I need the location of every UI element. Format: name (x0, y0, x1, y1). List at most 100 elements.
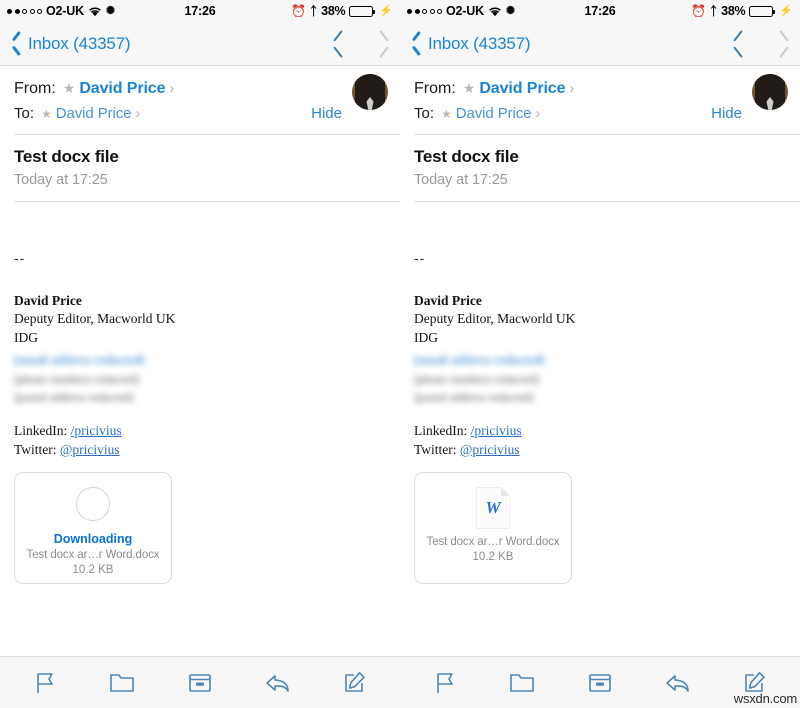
redacted-contact-details: [email address redacted] [phone numbers … (414, 351, 786, 406)
redacted-phone: [phone numbers redacted] (414, 371, 540, 386)
flag-button[interactable] (423, 663, 467, 703)
attachment-card-downloading[interactable]: Downloading Test docx ar…r Word.docx 10.… (14, 471, 172, 584)
phone-screen-right: O2-UK ✺ 17:26 ⏰ ᛏ 38% ⚡ Inbox (43357) Fr… (400, 0, 800, 708)
hide-details-button[interactable]: Hide (711, 105, 742, 122)
back-label: Inbox (43357) (428, 33, 531, 53)
reply-button[interactable] (256, 663, 300, 703)
word-icon-letter: W (485, 498, 501, 518)
flag-icon (34, 671, 56, 695)
previous-message-button[interactable] (333, 29, 347, 58)
navigation-bar: Inbox (43357) (0, 22, 400, 66)
compose-icon (343, 671, 367, 694)
linkedin-label: LinkedIn: (14, 422, 68, 438)
from-contact-link[interactable]: David Price (479, 80, 565, 98)
next-message-button[interactable] (375, 29, 389, 58)
bottom-toolbar (0, 656, 400, 708)
redacted-address: [postal address redacted] (414, 389, 534, 404)
redacted-address: [postal address redacted] (14, 389, 134, 404)
navigation-bar: Inbox (43357) (400, 22, 800, 66)
back-to-inbox-button[interactable]: Inbox (43357) (12, 33, 131, 54)
previous-message-button[interactable] (733, 29, 747, 58)
watermark: wsxdn.com (733, 691, 797, 706)
message-body: -- David Price Deputy Editor, Macworld U… (0, 202, 400, 460)
to-row: To: ★ David Price › Hide (414, 101, 786, 126)
redacted-phone: [phone numbers redacted] (14, 371, 140, 386)
avatar[interactable] (752, 74, 788, 110)
linkedin-row: LinkedIn: /pricivius (14, 422, 386, 441)
page-title: Test docx file (14, 147, 119, 166)
next-message-button[interactable] (775, 29, 789, 58)
message-nav-arrows (333, 29, 389, 58)
status-bar-right: ⏰ ᛏ 38% ⚡ (291, 4, 393, 18)
star-icon: ★ (41, 106, 52, 121)
archive-button[interactable] (178, 663, 222, 703)
back-label: Inbox (43357) (28, 33, 131, 53)
alarm-clock-icon: ⏰ (691, 4, 706, 18)
battery-icon (749, 5, 776, 17)
attachment-filesize: 10.2 KB (72, 563, 114, 576)
chevron-right-icon: › (135, 105, 141, 122)
archive-icon (588, 672, 612, 694)
signature-block: David Price Deputy Editor, Macworld UK I… (414, 292, 786, 347)
social-links: LinkedIn: /pricivius Twitter: @pricivius (14, 422, 386, 460)
linkedin-link[interactable]: /pricivius (471, 423, 522, 438)
compose-button[interactable] (333, 663, 377, 703)
star-icon: ★ (462, 80, 476, 96)
signature-title: Deputy Editor, Macworld UK (14, 311, 176, 327)
reply-icon (265, 672, 291, 694)
from-row: From: ★ David Price › (14, 76, 386, 101)
twitter-row: Twitter: @pricivius (414, 441, 786, 460)
star-icon: ★ (441, 106, 452, 121)
to-contact-link[interactable]: David Price (456, 105, 532, 122)
signature-name: David Price (14, 293, 82, 308)
flag-button[interactable] (23, 663, 67, 703)
linkedin-label: LinkedIn: (414, 422, 468, 438)
status-bar: O2-UK ✺ 17:26 ⏰ ᛏ 38% ⚡ (0, 0, 400, 22)
reply-button[interactable] (656, 663, 700, 703)
move-to-folder-button[interactable] (500, 663, 544, 703)
chevron-right-icon: › (169, 80, 175, 97)
chevron-left-icon (12, 34, 23, 53)
battery-percent: 38% (721, 4, 746, 18)
twitter-link[interactable]: @pricivius (460, 442, 520, 457)
message-date: Today at 17:25 (14, 172, 108, 188)
message-body: -- David Price Deputy Editor, Macworld U… (400, 202, 800, 460)
twitter-link[interactable]: @pricivius (60, 442, 120, 457)
message-nav-arrows (733, 29, 789, 58)
twitter-label: Twitter: (414, 441, 457, 457)
to-label: To: (14, 105, 35, 122)
bluetooth-icon: ᛏ (709, 4, 718, 18)
attachment-filename: Test docx ar…r Word.docx (426, 535, 560, 548)
word-document-icon: W (476, 486, 510, 529)
battery-percent: 38% (321, 4, 346, 18)
folder-icon (109, 672, 135, 694)
hide-details-button[interactable]: Hide (311, 105, 342, 122)
star-icon: ★ (62, 80, 76, 96)
folder-icon (509, 672, 535, 694)
to-row: To: ★ David Price › Hide (14, 101, 386, 126)
back-to-inbox-button[interactable]: Inbox (43357) (412, 33, 531, 54)
lightning-bolt-icon: ⚡ (779, 4, 793, 17)
from-contact-link[interactable]: David Price (79, 80, 165, 98)
signature-separator: -- (14, 250, 26, 266)
avatar[interactable] (352, 74, 388, 110)
to-contact-link[interactable]: David Price (56, 105, 132, 122)
attachment-card-downloaded[interactable]: W Test docx ar…r Word.docx 10.2 KB (414, 471, 572, 584)
page-title: Test docx file (414, 147, 519, 166)
alarm-clock-icon: ⏰ (291, 4, 306, 18)
flag-icon (434, 671, 456, 695)
chevron-left-icon (412, 34, 423, 53)
subject-block: Test docx file Today at 17:25 (0, 135, 400, 201)
signature-company: IDG (14, 329, 38, 345)
message-header: From: ★ David Price › To: ★ David Price … (0, 66, 400, 134)
attachment-filesize: 10.2 KB (472, 550, 514, 563)
move-to-folder-button[interactable] (100, 663, 144, 703)
lightning-bolt-icon: ⚡ (379, 4, 393, 17)
linkedin-link[interactable]: /pricivius (71, 423, 122, 438)
from-label: From: (14, 79, 56, 97)
attachment-area: Downloading Test docx ar…r Word.docx 10.… (0, 460, 400, 584)
chevron-right-icon: › (535, 105, 541, 122)
status-bar-right: ⏰ ᛏ 38% ⚡ (691, 4, 793, 18)
message-date: Today at 17:25 (414, 172, 508, 188)
archive-button[interactable] (578, 663, 622, 703)
